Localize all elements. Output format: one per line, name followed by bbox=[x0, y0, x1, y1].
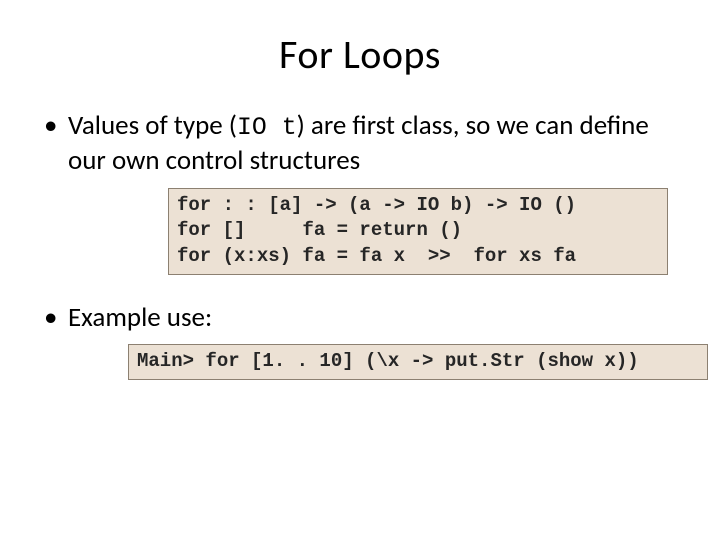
code-block-example: Main> for [1. . 10] (\x -> put.Str (show… bbox=[128, 344, 708, 380]
slide: For Loops Values of type (IO t) are firs… bbox=[0, 0, 720, 540]
bullet-1: Values of type (IO t) are first class, s… bbox=[40, 109, 680, 275]
slide-title: For Loops bbox=[40, 30, 680, 79]
bullet-2-text: Example use: bbox=[68, 301, 212, 334]
bullet-1-text-pre: Values of type ( bbox=[68, 109, 237, 142]
bullet-list: Values of type (IO t) are first class, s… bbox=[40, 109, 680, 380]
bullet-2: Example use: Main> for [1. . 10] (\x -> … bbox=[40, 301, 680, 380]
code-block-for-definition: for : : [a] -> (a -> IO b) -> IO () for … bbox=[168, 188, 668, 275]
bullet-1-inline-code: IO t bbox=[237, 114, 297, 142]
